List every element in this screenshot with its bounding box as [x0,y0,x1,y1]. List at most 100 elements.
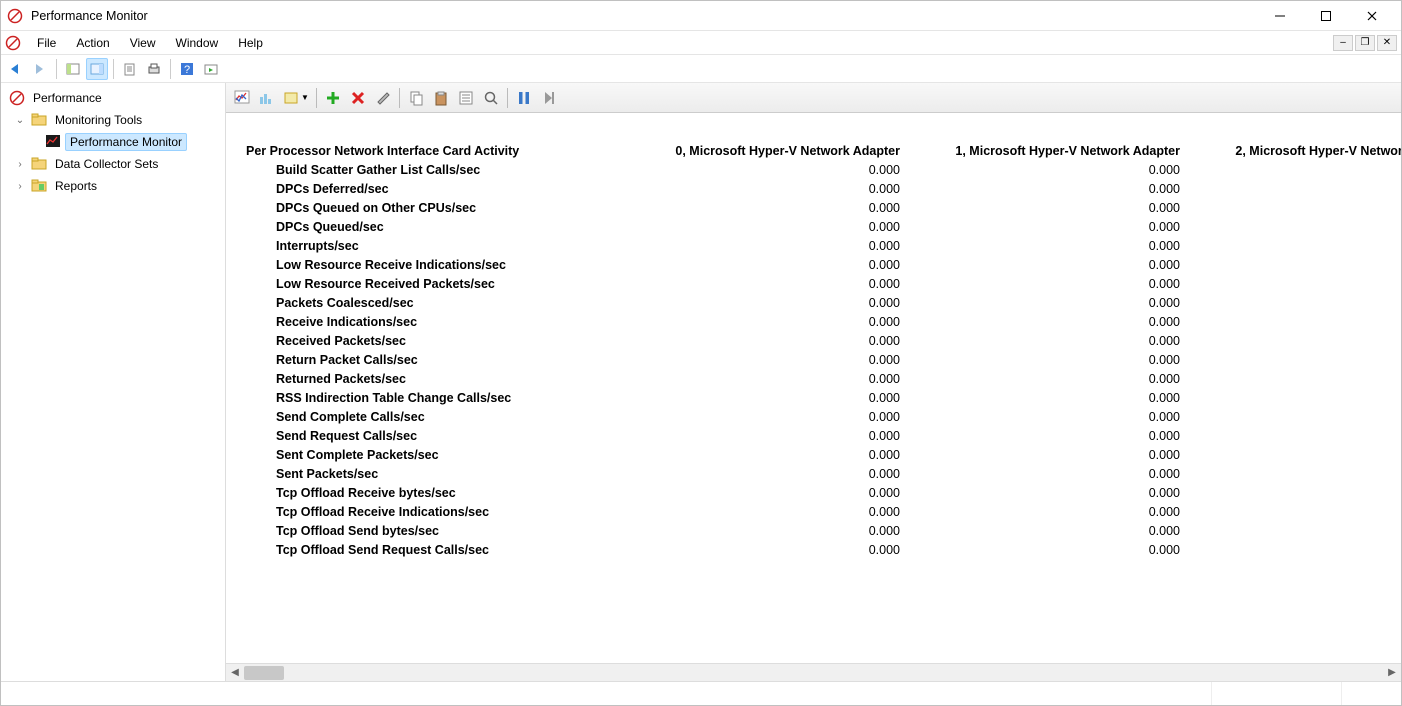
counter-row[interactable]: Low Resource Received Packets/sec0.0000.… [246,274,1381,293]
counter-value: 0.000 [906,163,1186,177]
help-button[interactable]: ? [176,58,198,80]
print-button[interactable] [143,58,165,80]
counter-value: 0.000 [1186,258,1401,272]
show-hide-tree-button[interactable] [62,58,84,80]
paste-button[interactable] [429,86,453,110]
counter-name: RSS Indirection Table Change Calls/sec [246,391,626,405]
back-button[interactable] [5,58,27,80]
counter-value: 0.000 [1186,201,1401,215]
counter-value: 0.000 [626,543,906,557]
counter-row[interactable]: Return Packet Calls/sec0.0000.0000.000 [246,350,1381,369]
counter-row[interactable]: Sent Complete Packets/sec0.0000.0000.000 [246,445,1381,464]
view-graph-button[interactable] [230,86,254,110]
counter-row[interactable]: DPCs Queued on Other CPUs/sec0.0000.0000… [246,198,1381,217]
counter-value: 0.000 [906,239,1186,253]
counter-row[interactable]: Receive Indications/sec0.0000.0000.000 [246,312,1381,331]
counter-value: 0.000 [906,334,1186,348]
counter-row[interactable]: Interrupts/sec0.0000.0000.000 [246,236,1381,255]
counter-row[interactable]: Sent Packets/sec0.0000.0000.000 [246,464,1381,483]
counter-row[interactable]: Tcp Offload Send Request Calls/sec0.0000… [246,540,1381,559]
counter-value: 0.000 [906,182,1186,196]
expand-icon[interactable]: › [13,181,27,192]
reports-folder-icon [31,178,47,194]
forward-button[interactable] [29,58,51,80]
status-area [1,682,1211,705]
counter-value: 0.000 [626,258,906,272]
maximize-button[interactable] [1303,2,1349,30]
counter-value: 0.000 [1186,429,1401,443]
horizontal-scrollbar[interactable]: ◀ ▶ [226,663,1401,681]
mdi-minimize-button[interactable]: – [1333,35,1353,51]
counter-row[interactable]: Tcp Offload Receive bytes/sec0.0000.0000… [246,483,1381,502]
counter-row[interactable]: DPCs Queued/sec0.0000.0000.000 [246,217,1381,236]
freeze-display-button[interactable] [512,86,536,110]
show-hide-action-pane-button[interactable] [86,58,108,80]
mdi-app-icon [5,35,21,51]
column-header: 2, Microsoft Hyper-V Network Adapter [1186,144,1401,158]
counter-value: 0.000 [626,296,906,310]
counter-row[interactable]: Build Scatter Gather List Calls/sec 0.000… [246,160,1381,179]
menu-view[interactable]: View [120,33,166,53]
zoom-button[interactable] [479,86,503,110]
tree-performance-monitor[interactable]: Performance Monitor [1,131,225,153]
counter-value: 0.000 [626,182,906,196]
change-graph-type-button[interactable]: ▼ [280,86,312,110]
add-counter-button[interactable] [321,86,345,110]
counter-value: 0.000 [906,524,1186,538]
counter-row[interactable]: Returned Packets/sec0.0000.0000.000 [246,369,1381,388]
export-list-button[interactable] [119,58,141,80]
properties-button[interactable] [454,86,478,110]
counter-row[interactable]: Send Complete Calls/sec0.0000.0000.000 [246,407,1381,426]
counter-value: 0.000 [1186,220,1401,234]
close-button[interactable] [1349,2,1395,30]
mdi-restore-button[interactable]: ❐ [1355,35,1375,51]
counter-name: DPCs Queued/sec [246,220,626,234]
menu-help[interactable]: Help [228,33,273,53]
minimize-button[interactable] [1257,2,1303,30]
tree-label: Monitoring Tools [51,112,146,128]
scroll-track[interactable] [244,666,1383,680]
update-data-button[interactable] [537,86,561,110]
counter-value: 0.000 [1186,543,1401,557]
counter-row[interactable]: RSS Indirection Table Change Calls/sec0.… [246,388,1381,407]
delete-counter-button[interactable] [346,86,370,110]
menu-action[interactable]: Action [66,33,119,53]
counter-row[interactable]: Tcp Offload Receive Indications/sec0.000… [246,502,1381,521]
menu-file[interactable]: File [27,33,66,53]
counter-name: Build Scatter Gather List Calls/sec [246,163,626,177]
counter-value: 0.000 [1186,353,1401,367]
counter-value: 0.000 [626,467,906,481]
collapse-icon[interactable]: ⌄ [13,115,27,126]
highlight-button[interactable] [371,86,395,110]
tree-monitoring-tools[interactable]: ⌄ Monitoring Tools [1,109,225,131]
content: Performance ⌄ Monitoring Tools Performan… [1,83,1401,681]
counter-value: 0.000 [626,448,906,462]
counter-value: 0.000 [626,239,906,253]
counter-row[interactable]: Low Resource Receive Indications/sec0.00… [246,255,1381,274]
perfmon-graph-icon [45,134,61,150]
scroll-thumb[interactable] [244,666,284,680]
view-log-button[interactable] [200,58,222,80]
menu-window[interactable]: Window [166,33,229,53]
expand-icon[interactable]: › [13,159,27,170]
counter-row[interactable]: Received Packets/sec0.0000.0000.000 [246,331,1381,350]
view-histogram-button[interactable] [255,86,279,110]
tree-data-collector-sets[interactable]: › Data Collector Sets [1,153,225,175]
console-tree[interactable]: Performance ⌄ Monitoring Tools Performan… [1,83,226,681]
counter-row[interactable]: DPCs Deferred/sec0.0000.0000.000 [246,179,1381,198]
tree-root-performance[interactable]: Performance [1,87,225,109]
scroll-left-icon[interactable]: ◀ [226,667,244,678]
titlebar: Performance Monitor [1,1,1401,31]
counter-value: 0.000 [906,372,1186,386]
scroll-right-icon[interactable]: ▶ [1383,667,1401,678]
counter-row[interactable]: Packets Coalesced/sec0.0000.0000.000 [246,293,1381,312]
tree-reports[interactable]: › Reports [1,175,225,197]
copy-button[interactable] [404,86,428,110]
counter-value: 0.000 [1186,524,1401,538]
counter-row[interactable]: Send Request Calls/sec0.0000.0000.000 [246,426,1381,445]
tree-label: Reports [51,178,101,194]
mdi-close-button[interactable]: ✕ [1377,35,1397,51]
counter-value: 0.000 [1186,163,1401,177]
counter-row[interactable]: Tcp Offload Send bytes/sec0.0000.0000.00… [246,521,1381,540]
report-view[interactable]: Per Processor Network Interface Card Act… [226,113,1401,663]
